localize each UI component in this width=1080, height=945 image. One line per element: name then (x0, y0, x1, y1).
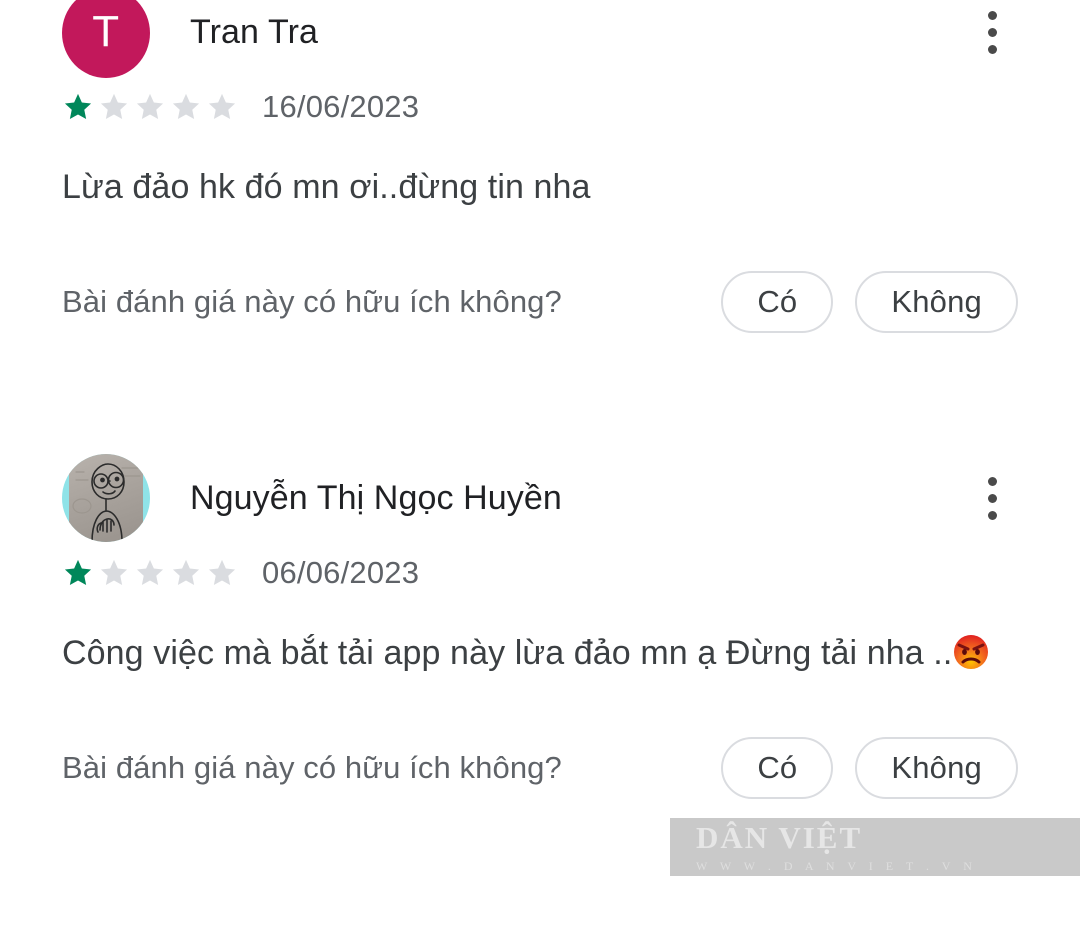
star-filled-icon (64, 93, 92, 119)
rating-row: 16/06/2023 (0, 80, 1080, 134)
more-vert-icon[interactable] (966, 0, 1018, 76)
helpful-question: Bài đánh giá này có hữu ích không? (62, 750, 562, 786)
review-date: 06/06/2023 (262, 555, 420, 590)
star-empty-icon (136, 559, 164, 585)
star-empty-icon (172, 93, 200, 119)
menu-dot (987, 27, 997, 37)
star-empty-icon (208, 559, 236, 585)
more-vert-icon[interactable] (966, 454, 1018, 542)
helpful-question: Bài đánh giá này có hữu ích không? (62, 284, 562, 320)
review-text-content: Công việc mà bắt tải app này lừa đảo mn … (62, 634, 953, 672)
helpful-yes-button[interactable]: Có (721, 271, 834, 334)
star-empty-icon (208, 93, 236, 119)
star-empty-icon (100, 93, 128, 119)
menu-dot (987, 44, 997, 54)
helpful-yes-button[interactable]: Có (721, 737, 834, 800)
helpful-no-button[interactable]: Không (855, 737, 1018, 800)
review-text: Công việc mà bắt tải app này lừa đảo mn … (0, 600, 1080, 681)
watermark: DÂN VIỆT W W W . D A N V I E T . V N (670, 818, 1080, 876)
review-item: T Tran Tra 16/06/2023 Lừa đảo hk đó mn ơ… (0, 0, 1080, 334)
helpful-no-button[interactable]: Không (855, 271, 1018, 334)
star-filled-icon (64, 559, 92, 585)
watermark-title: DÂN VIỆT (696, 820, 863, 855)
reviewer-name: Nguyễn Thị Ngọc Huyền (190, 478, 562, 517)
review-text-content: Lừa đảo hk đó mn ơi..đừng tin nha (62, 168, 591, 206)
star-rating (62, 91, 238, 123)
review-text: Lừa đảo hk đó mn ơi..đừng tin nha (0, 134, 1080, 219)
menu-dot (987, 510, 997, 520)
menu-dot (987, 493, 997, 503)
reviews-screen: T Tran Tra 16/06/2023 Lừa đảo hk đó mn ơ… (0, 0, 1080, 945)
watermark-subtitle: W W W . D A N V I E T . V N (696, 859, 977, 873)
review-header: T Tran Tra (0, 0, 1080, 80)
helpful-row: Bài đánh giá này có hữu ích không? Có Kh… (0, 737, 1080, 800)
star-empty-icon (100, 559, 128, 585)
helpful-buttons: Có Không (721, 737, 1018, 800)
review-item: Nguyễn Thị Ngọc Huyền 06/06/2023 Công vi… (0, 438, 1080, 800)
review-header: Nguyễn Thị Ngọc Huyền (0, 438, 1080, 546)
rating-row: 06/06/2023 (0, 546, 1080, 600)
star-empty-icon (172, 559, 200, 585)
helpful-buttons: Có Không (721, 271, 1018, 334)
star-rating (62, 557, 238, 589)
avatar[interactable]: T (62, 0, 150, 78)
review-date: 16/06/2023 (262, 89, 420, 124)
avatar[interactable] (62, 454, 150, 542)
helpful-row: Bài đánh giá này có hữu ích không? Có Kh… (0, 271, 1080, 334)
angry-face-emoji (952, 633, 990, 671)
avatar-photo-cartoon (72, 463, 141, 542)
menu-dot (987, 476, 997, 486)
reviewer-name: Tran Tra (190, 12, 319, 51)
star-empty-icon (136, 93, 164, 119)
avatar-initial-letter: T (92, 7, 120, 56)
menu-dot (987, 10, 997, 20)
